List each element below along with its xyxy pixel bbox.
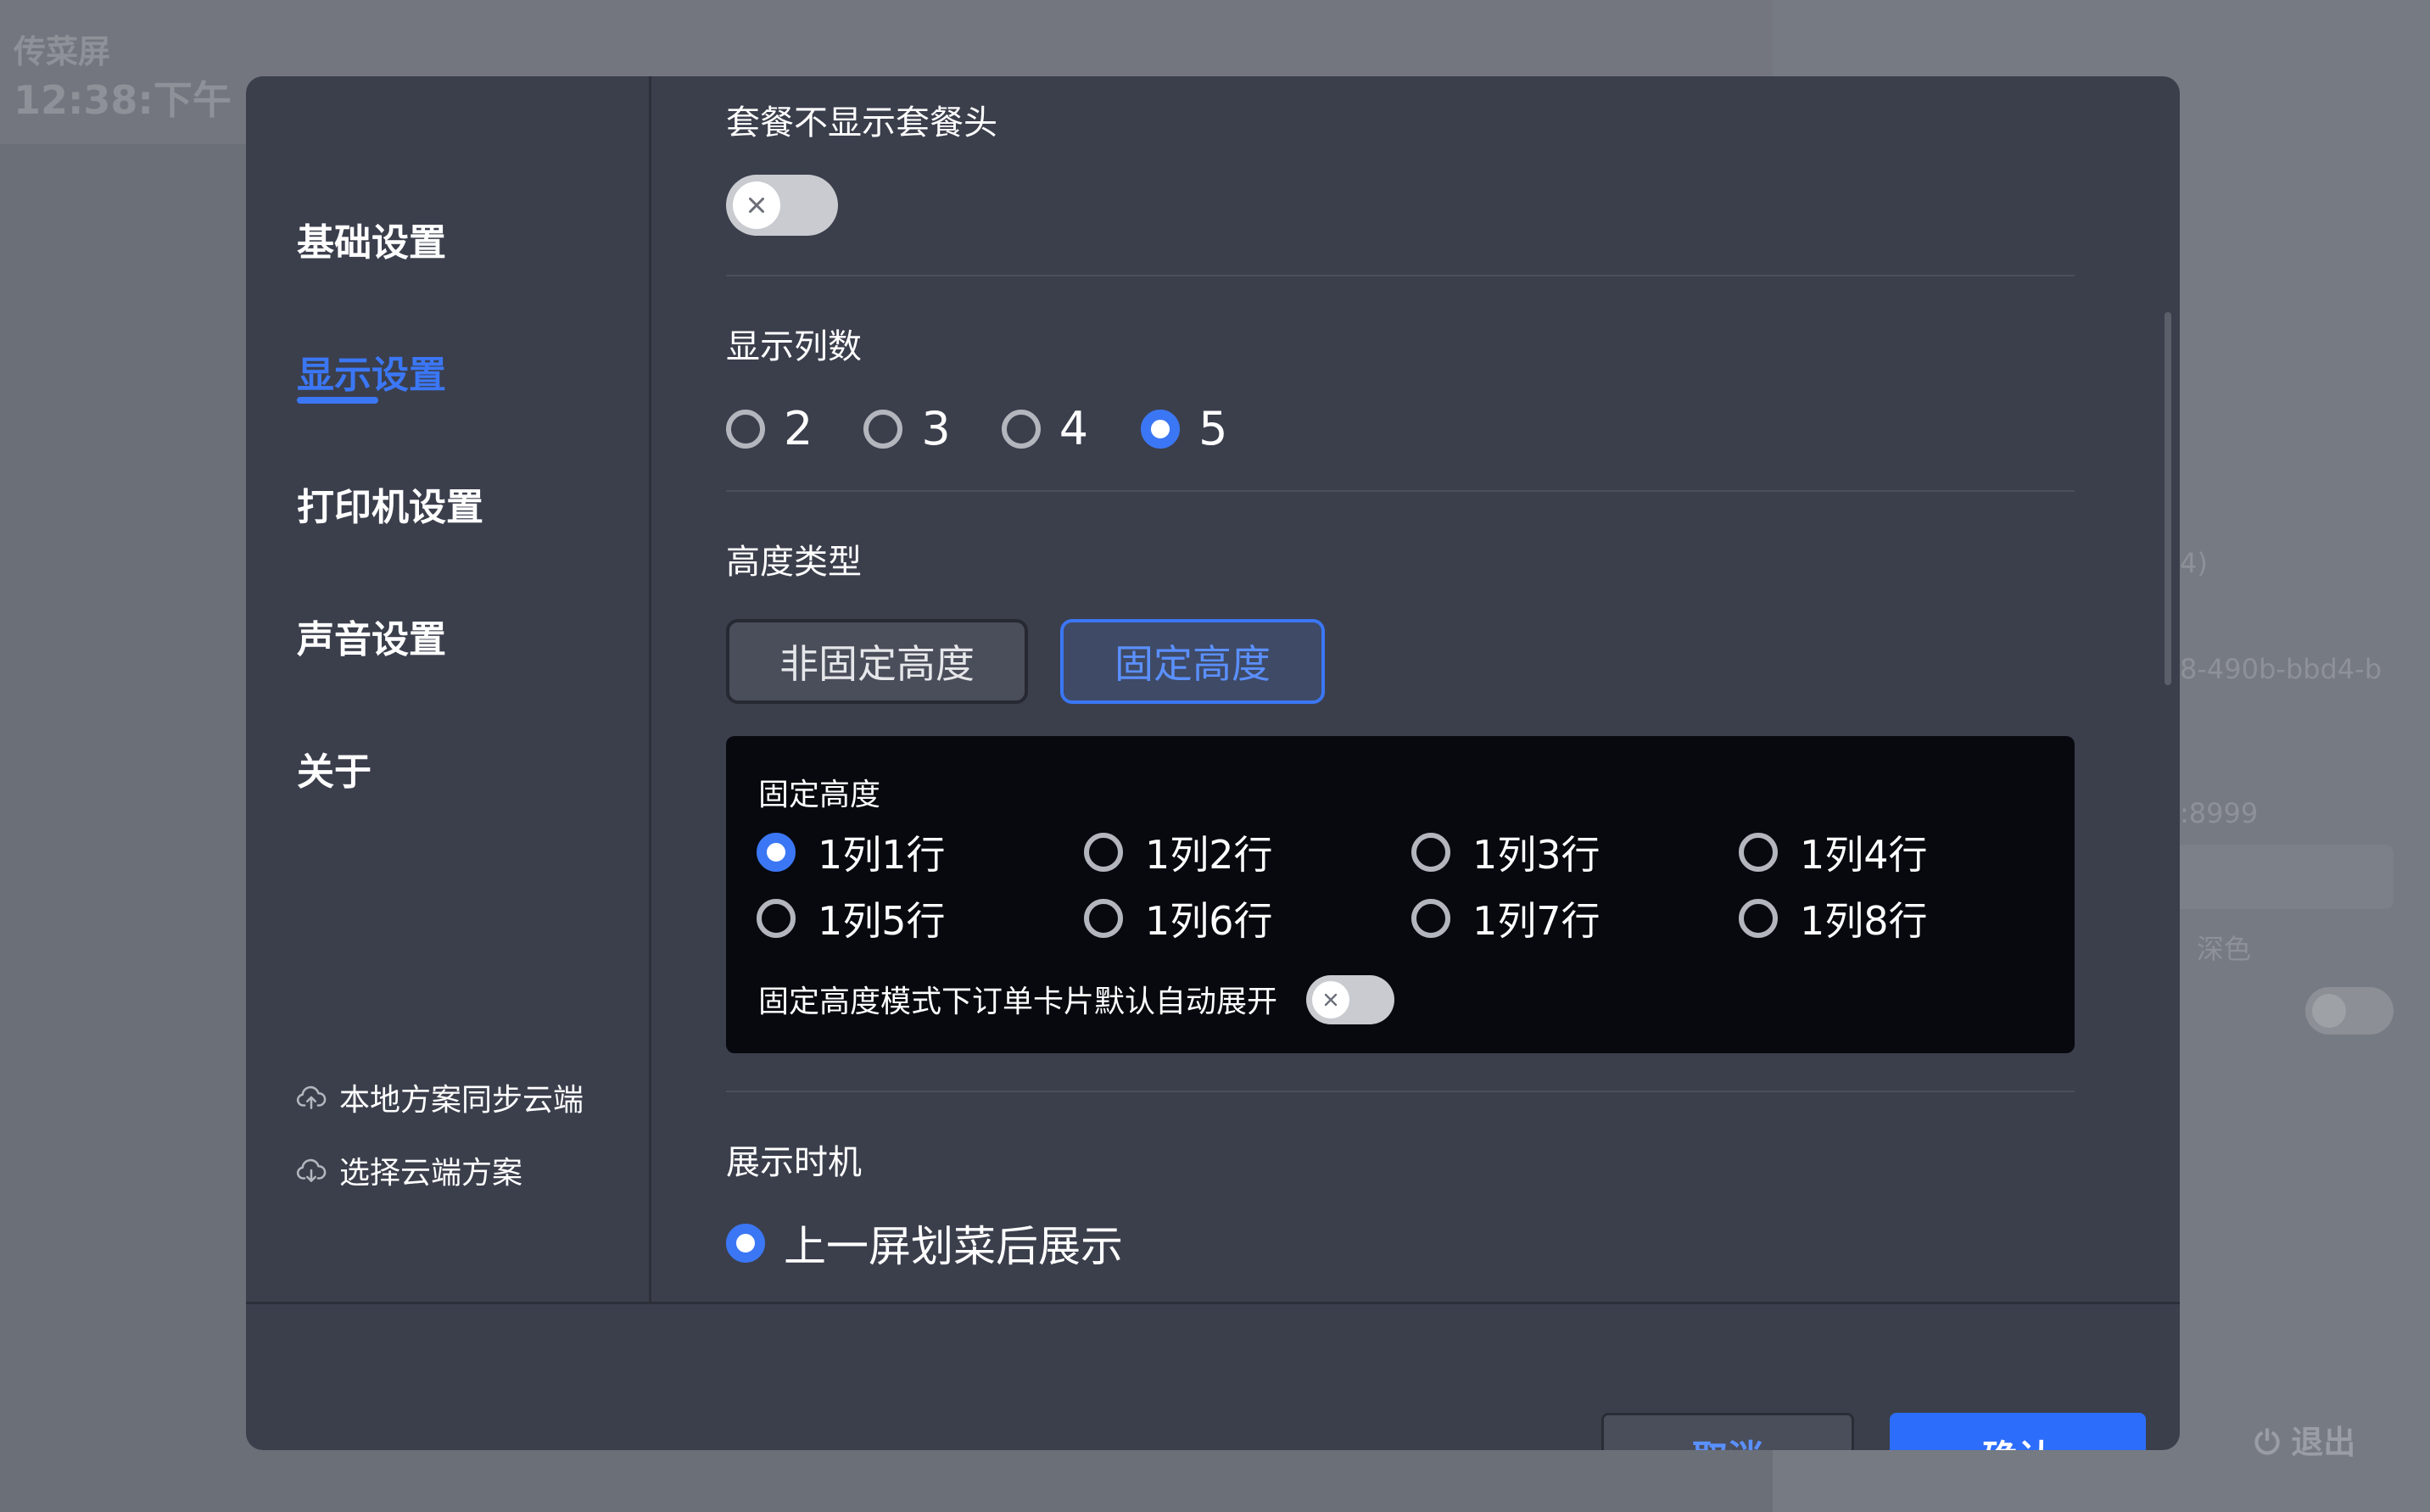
section-divider xyxy=(726,490,2075,492)
radio-dot xyxy=(1739,833,1778,872)
columns-title: 显示列数 xyxy=(726,327,862,366)
section-divider xyxy=(726,275,2075,276)
background-app-title: 传菜屏 xyxy=(14,33,111,70)
radio-dot xyxy=(1411,833,1450,872)
toggle-knob xyxy=(733,181,780,229)
auto-expand-label: 固定高度模式下订单卡片默认自动展开 xyxy=(758,985,1278,1019)
columns-option-label: 3 xyxy=(921,402,951,455)
fixed-height-option-7[interactable]: 1列7行 xyxy=(1411,890,1600,946)
radio-dot xyxy=(1001,409,1041,449)
fixed-height-option-label: 1列7行 xyxy=(1472,898,1600,944)
cloud-upload-icon xyxy=(296,1085,327,1109)
fixed-height-button[interactable]: 固定高度 xyxy=(1060,619,1325,704)
radio-dot xyxy=(726,409,765,449)
modal-footer: 取消 确认 xyxy=(246,1302,2180,1450)
radio-dot xyxy=(757,899,796,938)
columns-radio-group: 2 3 4 5 xyxy=(726,402,1227,455)
fixed-height-option-3[interactable]: 1列3行 xyxy=(1411,824,1600,880)
non-fixed-height-button[interactable]: 非固定高度 xyxy=(726,619,1028,704)
fixed-height-option-label: 1列2行 xyxy=(1145,832,1273,878)
columns-option-4[interactable]: 4 xyxy=(1001,402,1089,455)
columns-option-label: 4 xyxy=(1059,402,1089,455)
fixed-height-option-1[interactable]: 1列1行 xyxy=(757,824,946,880)
sidebar-item-sound[interactable]: 声音设置 xyxy=(297,609,446,663)
height-type-title: 高度类型 xyxy=(726,543,862,582)
cloud-download-icon xyxy=(296,1158,327,1182)
sidebar-item-about[interactable]: 关于 xyxy=(297,741,371,795)
close-icon xyxy=(749,198,764,213)
content-scrollbar[interactable] xyxy=(2165,312,2171,685)
columns-option-5[interactable]: 5 xyxy=(1141,402,1227,455)
fixed-height-option-label: 1列5行 xyxy=(818,898,946,944)
background-fragment: :8999 xyxy=(2180,797,2259,829)
sidebar-item-printer[interactable]: 打印机设置 xyxy=(297,477,483,531)
sync-to-cloud-link[interactable]: 本地方案同步云端 xyxy=(295,1075,584,1119)
fixed-height-option-label: 1列1行 xyxy=(818,832,946,878)
display-timing-option[interactable]: 上一屏划菜后展示 xyxy=(726,1213,1123,1274)
confirm-button[interactable]: 确认 xyxy=(1890,1413,2146,1450)
columns-option-3[interactable]: 3 xyxy=(863,402,951,455)
fixed-height-option-8[interactable]: 1列8行 xyxy=(1739,890,1928,946)
fixed-height-option-6[interactable]: 1列6行 xyxy=(1084,890,1273,946)
radio-dot xyxy=(1739,899,1778,938)
sync-to-cloud-label: 本地方案同步云端 xyxy=(339,1083,584,1118)
fixed-height-panel-title: 固定高度 xyxy=(758,778,881,812)
columns-option-label: 5 xyxy=(1198,402,1228,455)
fixed-height-panel: 固定高度 1列1行 1列2行 1列3行 1列4行 1列5行 1列6行 1列7行 … xyxy=(726,736,2075,1053)
radio-dot xyxy=(757,833,796,872)
settings-sidebar: 基础设置 显示设置 打印机设置 声音设置 关于 本地方案同步云端 选择云端方案 xyxy=(246,76,651,1302)
fixed-height-option-2[interactable]: 1列2行 xyxy=(1084,824,1273,880)
settings-modal: 基础设置 显示设置 打印机设置 声音设置 关于 本地方案同步云端 选择云端方案 … xyxy=(246,76,2180,1450)
sidebar-item-basic[interactable]: 基础设置 xyxy=(297,212,446,266)
fixed-height-option-label: 1列8行 xyxy=(1800,898,1928,944)
background-logout-label: 退出 xyxy=(2291,1424,2356,1461)
fixed-height-option-label: 1列3行 xyxy=(1472,832,1600,878)
radio-dot xyxy=(1411,899,1450,938)
combo-header-toggle[interactable] xyxy=(726,175,838,236)
active-tab-indicator xyxy=(297,397,378,404)
radio-dot xyxy=(863,409,903,449)
radio-dot xyxy=(1084,833,1123,872)
combo-header-title: 套餐不显示套餐头 xyxy=(726,103,997,142)
background-select xyxy=(2171,845,2394,909)
columns-option-label: 2 xyxy=(784,402,813,455)
background-fragment: 4) xyxy=(2180,547,2208,579)
fixed-height-option-label: 1列6行 xyxy=(1145,898,1273,944)
radio-dot xyxy=(1141,409,1181,449)
select-cloud-plan-link[interactable]: 选择云端方案 xyxy=(295,1148,522,1192)
cancel-button[interactable]: 取消 xyxy=(1601,1413,1854,1450)
auto-expand-toggle[interactable] xyxy=(1306,975,1394,1024)
power-icon: ⏻ xyxy=(2254,1424,2281,1461)
fixed-height-option-label: 1列4行 xyxy=(1800,832,1928,878)
columns-option-2[interactable]: 2 xyxy=(726,402,813,455)
background-fragment: 8-490b-bbd4-b xyxy=(2180,653,2382,685)
close-icon xyxy=(1324,993,1338,1007)
sidebar-item-display[interactable]: 显示设置 xyxy=(297,344,446,399)
radio-dot xyxy=(1084,899,1123,938)
display-timing-option-label: 上一屏划菜后展示 xyxy=(784,1222,1123,1271)
background-logout: ⏻ 退出 xyxy=(2254,1416,2355,1463)
display-timing-title: 展示时机 xyxy=(726,1143,862,1182)
settings-content: 套餐不显示套餐头 显示列数 2 3 4 5 高度类型 非固定高度 固定高度 固定… xyxy=(651,76,2180,1302)
toggle-knob xyxy=(1312,981,1349,1018)
section-divider xyxy=(726,1091,2075,1092)
fixed-height-option-5[interactable]: 1列5行 xyxy=(757,890,946,946)
fixed-height-option-4[interactable]: 1列4行 xyxy=(1739,824,1928,880)
background-toggle xyxy=(2305,987,2394,1035)
background-fragment: 深色 xyxy=(2197,933,2252,965)
select-cloud-plan-label: 选择云端方案 xyxy=(339,1156,523,1191)
background-clock: 12:38:下午 xyxy=(14,77,232,123)
radio-dot xyxy=(726,1224,765,1263)
